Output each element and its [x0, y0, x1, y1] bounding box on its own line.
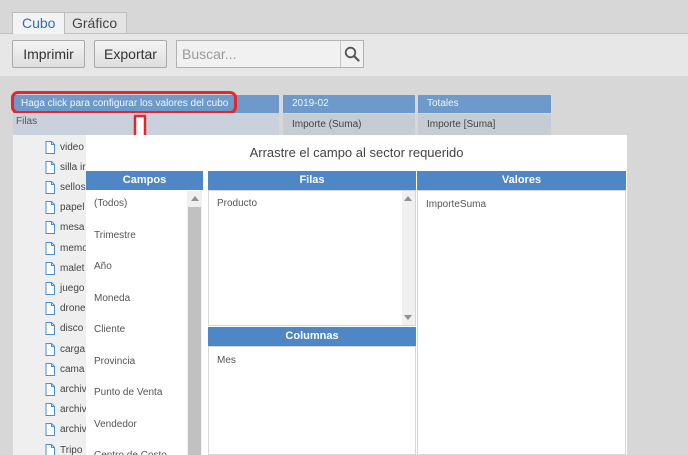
rows-panel-header: Filas: [208, 171, 416, 190]
columns-panel-header: Columnas: [208, 327, 416, 346]
column-header-totals: Totales: [418, 95, 551, 113]
row-item[interactable]: drone: [45, 301, 86, 317]
row-item-label: Tripo: [60, 444, 83, 455]
rows-item-producto[interactable]: Producto: [217, 198, 257, 209]
row-item[interactable]: video: [45, 139, 84, 155]
scroll-up-icon[interactable]: [191, 196, 199, 201]
row-item-label: malet: [60, 262, 85, 274]
export-button[interactable]: Exportar: [94, 40, 167, 68]
row-item[interactable]: disco: [45, 321, 83, 337]
file-icon: [45, 362, 55, 376]
file-icon: [45, 342, 55, 356]
file-icon: [45, 403, 55, 417]
row-item-label: silla ir: [60, 161, 86, 173]
values-panel-header: Valores: [417, 171, 626, 190]
row-item-label: archiv: [60, 404, 87, 416]
file-icon: [45, 423, 55, 437]
row-item[interactable]: juego: [45, 280, 84, 296]
row-item[interactable]: memo: [45, 240, 88, 256]
field-item[interactable]: Provincia: [94, 356, 135, 367]
row-item-label: sellos: [60, 181, 86, 193]
fields-scroll-thumb[interactable]: [188, 207, 201, 455]
row-item[interactable]: silla ir: [45, 159, 86, 175]
file-icon: [45, 322, 55, 336]
values-item-importesuma[interactable]: ImporteSuma: [426, 199, 486, 210]
row-item-label: video: [60, 141, 84, 153]
row-item-label: archiv: [60, 383, 87, 395]
row-item-label: archiv: [60, 424, 87, 436]
column-header-period: 2019-02: [283, 95, 415, 113]
row-item[interactable]: sellos: [45, 179, 86, 195]
row-item-label: mesa: [60, 222, 85, 234]
row-item[interactable]: Tripo: [45, 442, 82, 455]
rows-drop-zone[interactable]: [208, 190, 416, 326]
measure-header-2: Importe [Suma]: [418, 114, 551, 135]
file-icon: [45, 261, 55, 275]
file-icon: [45, 443, 55, 455]
row-item[interactable]: carga: [45, 341, 85, 357]
file-icon: [45, 180, 55, 194]
file-icon: [45, 241, 55, 255]
file-icon: [45, 281, 55, 295]
field-item[interactable]: Vendedor: [94, 419, 137, 430]
rows-header-label: Filas: [13, 113, 279, 135]
file-icon: [45, 140, 55, 154]
file-icon: [45, 382, 55, 396]
columns-drop-zone[interactable]: [208, 346, 416, 455]
toolbar: Imprimir Exportar: [0, 34, 688, 76]
rows-scroll-down-icon[interactable]: [404, 315, 412, 320]
search-box: [176, 40, 364, 68]
tab-cubo[interactable]: Cubo: [12, 12, 66, 34]
rows-scroll-up-icon[interactable]: [404, 196, 412, 201]
field-item[interactable]: Punto de Venta: [94, 387, 162, 398]
row-item[interactable]: cama: [45, 361, 84, 377]
print-button[interactable]: Imprimir: [12, 40, 85, 68]
row-item-label: drone: [60, 303, 86, 315]
configure-cube-button[interactable]: Haga click para configurar los valores d…: [13, 95, 279, 113]
row-item-label: memo: [60, 242, 88, 254]
row-item[interactable]: papel: [45, 200, 84, 216]
row-item-label: disco: [60, 323, 84, 335]
columns-item-mes[interactable]: Mes: [217, 355, 236, 366]
search-icon: [344, 46, 360, 62]
field-item[interactable]: Trimestre: [94, 230, 136, 241]
field-item[interactable]: Año: [94, 261, 112, 272]
row-item-label: cama: [60, 363, 85, 375]
values-drop-zone[interactable]: [417, 190, 626, 455]
fields-panel-header: Campos: [86, 171, 203, 190]
measure-header-1: Importe (Suma): [283, 114, 415, 135]
row-item[interactable]: mesa: [45, 220, 84, 236]
row-item-label: juego: [60, 282, 85, 294]
file-icon: [45, 160, 55, 174]
field-item[interactable]: Cliente: [94, 324, 125, 335]
row-item[interactable]: archiv: [45, 422, 87, 438]
row-item-label: papel: [60, 202, 85, 214]
field-item[interactable]: Centro de Costo: [94, 450, 167, 455]
configure-dialog: Arrastre el campo al sector requerido Ca…: [86, 135, 627, 455]
file-icon: [45, 221, 55, 235]
search-button[interactable]: [340, 41, 363, 67]
row-item[interactable]: malet: [45, 260, 84, 276]
search-input[interactable]: [177, 41, 341, 67]
tab-bar: Cubo Gráfico: [0, 0, 688, 34]
row-item-label: carga: [60, 343, 86, 355]
file-icon: [45, 201, 55, 215]
field-item[interactable]: (Todos): [94, 198, 127, 209]
rows-scrollbar[interactable]: [402, 191, 415, 325]
file-icon: [45, 302, 55, 316]
row-item[interactable]: archiv: [45, 402, 87, 418]
tab-grafico[interactable]: Gráfico: [62, 12, 128, 34]
dialog-title: Arrastre el campo al sector requerido: [249, 145, 464, 160]
field-item[interactable]: Moneda: [94, 293, 130, 304]
row-item[interactable]: archiv: [45, 381, 87, 397]
